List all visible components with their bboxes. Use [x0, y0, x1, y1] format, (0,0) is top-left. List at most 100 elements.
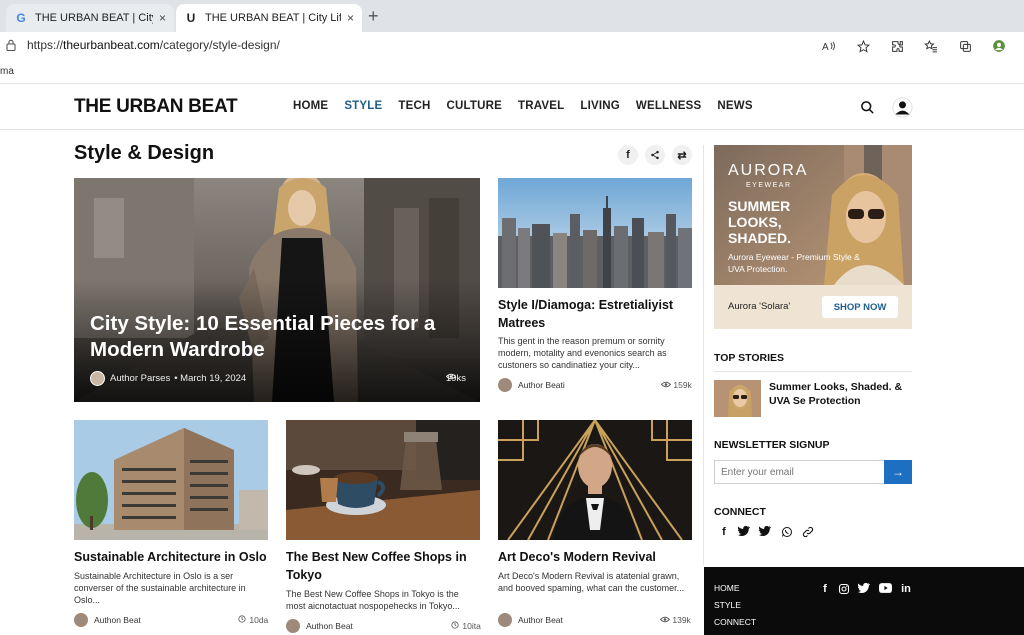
card-views: 159k: [660, 380, 692, 390]
hero-author[interactable]: Author Parses: [110, 373, 170, 384]
twitter-icon[interactable]: [758, 525, 772, 539]
footer-linkedin-icon[interactable]: in: [898, 583, 914, 595]
connect-heading: CONNECT: [714, 506, 766, 518]
profile-icon[interactable]: [982, 37, 1016, 55]
nav-culture[interactable]: CULTURE: [446, 100, 502, 112]
card-title[interactable]: Sustainable Architecture in Oslo: [74, 548, 270, 566]
ad-brand-sub: EYEWEAR: [746, 182, 792, 189]
whatsapp-icon[interactable]: [780, 526, 794, 541]
link-icon[interactable]: [801, 526, 815, 541]
url-prefix: https://: [27, 38, 64, 52]
hero-title[interactable]: City Style: 10 Essential Pieces for a Mo…: [90, 311, 460, 363]
card-image-architecture[interactable]: [74, 420, 268, 540]
divider: [714, 371, 912, 372]
ad-product: Aurora 'Solara': [728, 301, 791, 312]
card-views: 10ita: [450, 621, 481, 631]
card-image-coffee[interactable]: [286, 420, 480, 540]
card-excerpt: Art Deco's Modern Revival is atatenial g…: [498, 571, 685, 593]
hero-image: [74, 178, 480, 402]
ad-headline: SUMMER LOOKS, SHADED.: [728, 198, 792, 246]
footer-link-connect[interactable]: CONNECT: [714, 617, 756, 627]
card-meta: Author Beati: [498, 378, 565, 392]
card-views: 139k: [659, 615, 691, 625]
card-excerpt: This gent in the reason premum or sornit…: [498, 336, 667, 370]
card-title[interactable]: The Best New Coffee Shops in Tokyo: [286, 548, 476, 584]
author-avatar: [74, 613, 88, 627]
author-avatar: [498, 378, 512, 392]
facebook-share-icon[interactable]: f: [618, 145, 638, 165]
top-story-image: [714, 380, 761, 417]
footer-instagram-icon[interactable]: [836, 583, 852, 598]
card-author[interactable]: Authon Beat: [306, 621, 353, 631]
ad-banner[interactable]: AURORA EYEWEAR SUMMER LOOKS, SHADED. Aur…: [714, 145, 912, 329]
hero-date: • March 19, 2024: [174, 373, 247, 384]
extensions-icon[interactable]: [880, 37, 914, 55]
page-title: Style & Design: [74, 142, 215, 164]
tab-title: THE URBAN BEAT | City Life, St: [205, 12, 341, 24]
top-stories-heading: TOP STORIES: [714, 352, 785, 364]
user-account-icon[interactable]: [891, 96, 913, 118]
author-avatar: [498, 613, 512, 627]
card-image-art-deco[interactable]: [498, 420, 692, 540]
hero-views: 19ks: [445, 373, 466, 384]
close-tab-icon[interactable]: ×: [159, 11, 166, 25]
card-author[interactable]: Authon Beat: [94, 615, 141, 625]
url-field[interactable]: https://theurbanbeat.com/category/style-…: [27, 38, 280, 52]
nav-style[interactable]: STYLE: [344, 100, 382, 112]
footer-twitter-icon[interactable]: [856, 582, 872, 596]
card-image-skyline[interactable]: [498, 178, 692, 288]
top-story-thumbnail[interactable]: [714, 380, 761, 417]
top-story-title[interactable]: Summer Looks, Shaded. & UVA Se Protectio…: [769, 380, 909, 408]
footer-facebook-icon[interactable]: f: [817, 583, 833, 595]
site-favicon-icon: U: [186, 11, 196, 25]
close-tab-icon[interactable]: ×: [347, 11, 354, 25]
hero-meta: Author Parses • March 19, 2024: [90, 371, 246, 386]
lock-icon[interactable]: [6, 39, 16, 51]
nav-tech[interactable]: TECH: [398, 100, 430, 112]
twitter-icon[interactable]: [737, 525, 751, 539]
author-avatar: [90, 371, 105, 386]
tab-title: THE URBAN BEAT | City Life, S: [35, 12, 153, 24]
hero-article[interactable]: City Style: 10 Essential Pieces for a Mo…: [74, 178, 480, 402]
coffee-image: [286, 420, 480, 540]
site-footer: HOME STYLE CONNECT f in: [704, 567, 1024, 635]
clock-icon: [238, 615, 246, 623]
nav-home[interactable]: HOME: [293, 100, 328, 112]
google-favicon-icon: G: [16, 11, 26, 25]
collections-icon[interactable]: [948, 37, 982, 55]
browser-tab-2-active[interactable]: U THE URBAN BEAT | City Life, St ×: [176, 4, 362, 32]
card-author[interactable]: Author Beati: [518, 380, 565, 390]
card-title[interactable]: Style I/Diamoga: Estretialiyist Matrees: [498, 296, 692, 332]
favorites-bar-item[interactable]: ma: [0, 66, 14, 77]
main-nav: HOME STYLE TECH CULTURE TRAVEL LIVING WE…: [293, 100, 769, 112]
facebook-icon[interactable]: f: [717, 526, 731, 538]
new-tab-button[interactable]: +: [368, 6, 379, 27]
art-deco-image: [498, 420, 692, 540]
newsletter-heading: NEWSLETTER SIGNUP: [714, 439, 830, 451]
nav-travel[interactable]: TRAVEL: [518, 100, 564, 112]
card-title[interactable]: Art Deco's Modern Revival: [498, 548, 692, 566]
card-meta: Authon Beat: [74, 613, 141, 627]
footer-youtube-icon[interactable]: [877, 583, 893, 596]
nav-living[interactable]: LIVING: [580, 100, 620, 112]
nav-wellness[interactable]: WELLNESS: [636, 100, 702, 112]
read-aloud-icon[interactable]: A: [812, 37, 846, 55]
svg-text:A: A: [822, 42, 829, 52]
footer-link-style[interactable]: STYLE: [714, 600, 741, 610]
favorites-bar: ma: [0, 60, 1024, 84]
shop-now-button[interactable]: SHOP NOW: [822, 296, 898, 318]
nav-news[interactable]: NEWS: [717, 100, 752, 112]
site-logo[interactable]: THE URBAN BEAT: [74, 96, 238, 118]
favorite-star-icon[interactable]: [846, 37, 880, 55]
share-icon[interactable]: [645, 145, 665, 165]
card-views: 10da: [237, 615, 268, 625]
favorites-icon[interactable]: [914, 37, 948, 55]
search-icon[interactable]: [856, 96, 878, 118]
repost-icon[interactable]: ⇄: [672, 145, 692, 165]
newsletter-email-input[interactable]: [714, 460, 885, 484]
card-author[interactable]: Author Beat: [518, 615, 563, 625]
url-path: /category/style-design/: [159, 38, 280, 52]
browser-tab-1[interactable]: G THE URBAN BEAT | City Life, S ×: [6, 4, 174, 32]
newsletter-submit-button[interactable]: →: [884, 460, 912, 484]
footer-link-home[interactable]: HOME: [714, 583, 740, 593]
